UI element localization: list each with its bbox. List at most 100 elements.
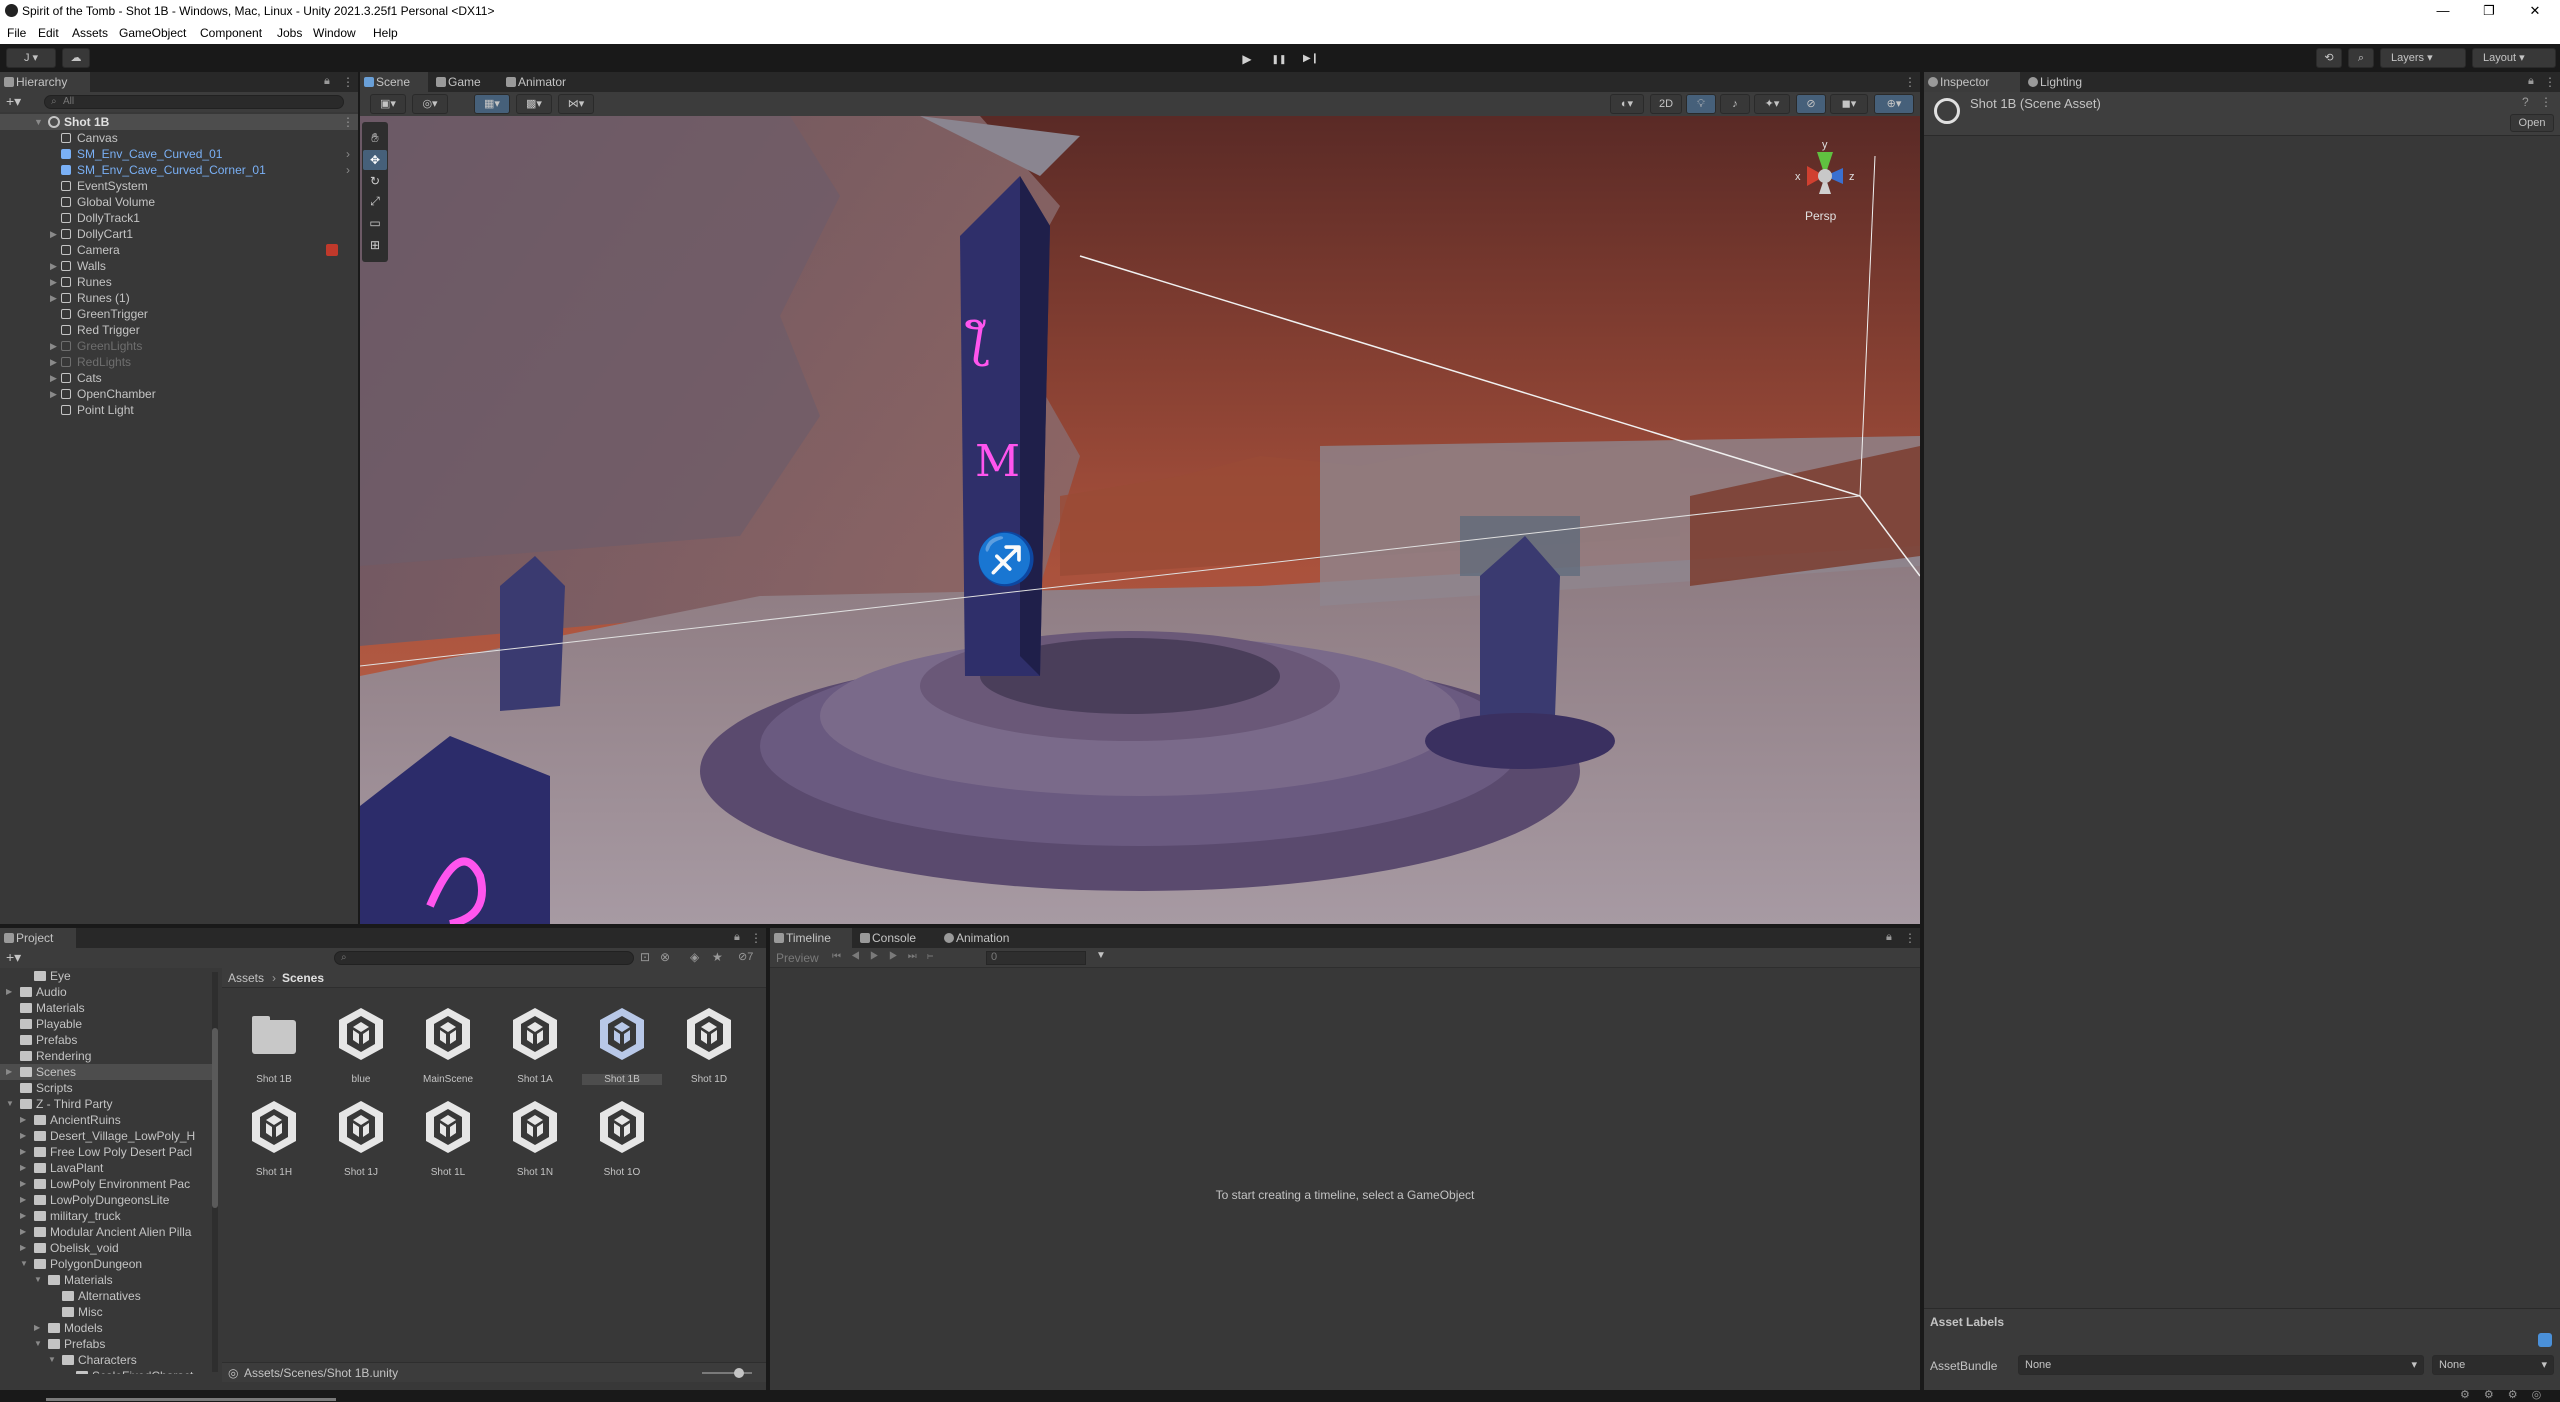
project-kebab-icon[interactable]: ⋮ [750, 931, 762, 945]
tree-scrollbar[interactable] [212, 972, 218, 1372]
scene-asset[interactable]: Shot 1O [582, 1095, 662, 1185]
favorites-icon[interactable]: ★ [712, 950, 723, 964]
transform-tool-icon[interactable]: ⊞ [367, 238, 383, 252]
lock-icon[interactable]: 🔒︎ [324, 75, 330, 88]
close-button[interactable]: ✕ [2512, 0, 2558, 22]
hierarchy-item[interactable]: Point Light [0, 402, 358, 418]
status-icons[interactable]: ⚙⚙⚙◎ [2460, 1388, 2555, 1401]
hierarchy-item[interactable]: ▶ RedLights [0, 354, 358, 370]
prefab-open-chevron-icon[interactable]: › [346, 146, 350, 162]
play-button[interactable]: ▶ [1233, 49, 1261, 69]
folder-tree-item[interactable]: Materials [0, 1000, 212, 1016]
expand-arrow-icon[interactable]: ▼ [34, 114, 43, 130]
folder-tree-item[interactable]: ▼ PolygonDungeon [0, 1256, 212, 1272]
hierarchy-item[interactable]: SM_Env_Cave_Curved_Corner_01 › [0, 162, 358, 178]
scene-asset[interactable]: Shot 1L [408, 1095, 488, 1185]
tab-project[interactable]: Project [0, 928, 76, 948]
expand-arrow-icon[interactable]: ▶ [50, 354, 57, 370]
scene-asset[interactable]: Shot 1D [669, 1002, 749, 1092]
frame-dropdown-icon[interactable]: ▼ [1096, 950, 1106, 961]
folder-tree-item[interactable]: ▶ AncientRuins [0, 1112, 212, 1128]
search-icon[interactable]: ⌕ [2348, 48, 2374, 68]
folder-expand-arrow-icon[interactable]: ▶ [20, 1224, 26, 1240]
lighting-mode-dropdown[interactable]: ◐▾ [1610, 94, 1644, 114]
menu-file[interactable]: File [7, 26, 26, 40]
tab-animation[interactable]: Animation [940, 928, 1036, 948]
hand-tool-icon[interactable]: ✋︎ [367, 130, 383, 146]
folder-expand-arrow-icon[interactable]: ▼ [48, 1352, 56, 1368]
label-filter-icon[interactable]: ◈ [690, 950, 699, 964]
folder-tree-item[interactable]: ▼ Z - Third Party [0, 1096, 212, 1112]
rect-tool-icon[interactable]: ▭ [367, 216, 383, 230]
hierarchy-item[interactable]: DollyTrack1 [0, 210, 358, 226]
move-tool-icon[interactable]: ✥ [363, 150, 387, 170]
hierarchy-search-input[interactable]: ⌕ All [44, 95, 344, 109]
breadcrumb-assets[interactable]: Assets [228, 971, 264, 985]
hierarchy-item[interactable]: ▶ DollyCart1 [0, 226, 358, 242]
open-button[interactable]: Open [2510, 114, 2554, 132]
project-lock-icon[interactable]: 🔒︎ [734, 931, 740, 944]
expand-arrow-icon[interactable]: ▶ [50, 386, 57, 402]
folder-expand-arrow-icon[interactable]: ▼ [34, 1272, 42, 1288]
lighting-toggle-icon[interactable]: 💡︎ [1686, 94, 1716, 114]
scene-asset[interactable]: MainScene [408, 1002, 488, 1092]
folder-tree-item[interactable]: ▼ Prefabs [0, 1336, 212, 1352]
folder-expand-arrow-icon[interactable]: ▶ [20, 1208, 26, 1224]
layout-dropdown[interactable]: Layout ▾ [2472, 48, 2556, 68]
scene-asset[interactable]: Shot 1H [234, 1095, 314, 1185]
create-button[interactable]: +▾ [6, 93, 21, 110]
folder-expand-arrow-icon[interactable]: ▶ [6, 1064, 12, 1080]
folder-tree-item[interactable]: Scripts [0, 1080, 212, 1096]
hierarchy-item[interactable]: ▶ Runes (1) [0, 290, 358, 306]
rotate-tool-icon[interactable]: ↻ [367, 174, 383, 188]
assetbundle-dropdown[interactable]: None ▾ [2018, 1355, 2424, 1375]
folder-tree-item[interactable]: ScaleFixedCharact [0, 1368, 212, 1374]
folder-tree-item[interactable]: Prefabs [0, 1032, 212, 1048]
folder-tree-item[interactable]: ▶ Desert_Village_LowPoly_H [0, 1128, 212, 1144]
scene-asset[interactable]: Shot 1N [495, 1095, 575, 1185]
tab-lighting[interactable]: Lighting [2024, 72, 2120, 92]
maximize-button[interactable]: ❐ [2466, 0, 2512, 22]
scene-menu-icon[interactable]: ⋮ [342, 114, 354, 130]
account-dropdown[interactable]: J ▾ [6, 48, 56, 68]
folder-tree-item[interactable]: Rendering [0, 1048, 212, 1064]
folder-expand-arrow-icon[interactable]: ▼ [20, 1256, 28, 1272]
hierarchy-item[interactable]: Global Volume [0, 194, 358, 210]
menu-window[interactable]: Window [313, 26, 356, 40]
hierarchy-item[interactable]: SM_Env_Cave_Curved_01 › [0, 146, 358, 162]
variant-dropdown[interactable]: None ▾ [2432, 1355, 2554, 1375]
prefab-open-chevron-icon[interactable]: › [346, 162, 350, 178]
menu-jobs[interactable]: Jobs [277, 26, 302, 40]
tab-animator[interactable]: Animator [502, 72, 592, 92]
hierarchy-item[interactable]: GreenTrigger [0, 306, 358, 322]
asset-kebab-icon[interactable]: ⋮ [2540, 95, 2552, 109]
folder-expand-arrow-icon[interactable]: ▶ [20, 1240, 26, 1256]
render-mode-dropdown[interactable]: ◎▾ [412, 94, 448, 114]
snap-increment-dropdown[interactable]: ⋈▾ [558, 94, 594, 114]
layers-dropdown[interactable]: Layers ▾ [2380, 48, 2466, 68]
search-by-type-icon[interactable]: ⊡ [640, 950, 650, 964]
hierarchy-item[interactable]: Canvas [0, 130, 358, 146]
search-by-label-icon[interactable]: ⊗ [660, 950, 670, 964]
expand-arrow-icon[interactable]: ▶ [50, 258, 57, 274]
folder-tree-item[interactable]: ▼ Characters [0, 1352, 212, 1368]
tab-hierarchy[interactable]: Hierarchy [0, 72, 90, 92]
folder-tree-item[interactable]: ▼ Materials [0, 1272, 212, 1288]
pause-button[interactable]: ❚❚ [1265, 49, 1293, 69]
hidden-packages-icon[interactable]: ⊘7 [738, 950, 753, 963]
hierarchy-item[interactable]: EventSystem [0, 178, 358, 194]
breadcrumb-scenes[interactable]: Scenes [282, 971, 324, 985]
folder-expand-arrow-icon[interactable]: ▶ [20, 1176, 26, 1192]
expand-arrow-icon[interactable]: ▶ [50, 370, 57, 386]
folder-asset[interactable]: Shot 1B [234, 1002, 314, 1092]
folder-tree-item[interactable]: ▶ Free Low Poly Desert Pacl [0, 1144, 212, 1160]
expand-arrow-icon[interactable]: ▶ [50, 290, 57, 306]
gizmo-center[interactable] [1818, 169, 1832, 183]
menu-assets[interactable]: Assets [72, 26, 108, 40]
folder-tree-item[interactable]: Alternatives [0, 1288, 212, 1304]
scene-viewport[interactable]: ƪ M ♐ x y z Persp ✋︎ ✥ ↻ ⤢ ▭ ⊞ [360, 116, 1920, 924]
folder-expand-arrow-icon[interactable]: ▶ [20, 1192, 26, 1208]
audio-toggle-icon[interactable]: ♪ [1720, 94, 1750, 114]
scene-visibility-icon[interactable]: ⊘ [1796, 94, 1826, 114]
folder-tree-item[interactable]: ▶ Obelisk_void [0, 1240, 212, 1256]
